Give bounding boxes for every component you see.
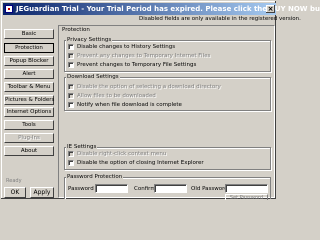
checkbox-label: Disable the option of selecting a downlo… (77, 83, 221, 90)
sidebar-item-tools[interactable]: Tools (4, 120, 54, 130)
sidebar-item-popup-blocker[interactable]: Popup Blocker (4, 56, 54, 66)
checkbox[interactable] (68, 102, 74, 108)
password-field[interactable] (95, 184, 128, 193)
set-password-button[interactable]: Set Password (225, 194, 268, 200)
checkbox (68, 93, 74, 99)
old-password-label: Old Password (191, 186, 228, 192)
registration-notice: Disabled fields are only available in th… (139, 16, 301, 22)
sidebar-item-plug-ins[interactable]: Plug-Ins (4, 133, 54, 143)
checkbox-label: Disable changes to History Settings (77, 43, 176, 50)
privacy-settings-label: Privacy Settings (66, 37, 113, 43)
sidebar-item-toolbar-menu[interactable]: Toolbar & Menu (4, 82, 54, 92)
application-window: JEGuardian Trial - Your Trial Period has… (0, 0, 320, 200)
sidebar-item-about[interactable]: About (4, 146, 54, 156)
old-password-field[interactable] (225, 184, 268, 193)
checkbox-label: Allow files to be downloaded (77, 92, 156, 99)
confirm-password-field[interactable] (154, 184, 187, 193)
ok-button[interactable]: OK (4, 187, 26, 198)
checkbox-label: Prevent changes to Temporary File Settin… (77, 61, 197, 68)
panel-title: Protection (62, 27, 90, 33)
close-button[interactable]: × (266, 5, 275, 13)
password-label: Password (68, 186, 94, 192)
title-bar[interactable]: JEGuardian Trial - Your Trial Period has… (3, 3, 320, 15)
sidebar-item-internet-options[interactable]: Internet Options (4, 107, 54, 117)
sidebar-item-protection[interactable]: Protection (4, 43, 54, 53)
sidebar-item-basic[interactable]: Basic (4, 29, 54, 39)
sidebar-item-pictures-folders[interactable]: Pictures & Folders (4, 95, 54, 105)
checkbox (68, 151, 74, 157)
password-protection-label: Password Protection (66, 174, 124, 180)
checkbox-label: Disable the option of closing Internet E… (77, 159, 204, 166)
checkbox-label: Disable right-click context menu (77, 150, 167, 157)
checkbox[interactable] (68, 160, 74, 166)
close-icon: × (267, 5, 274, 13)
ie-settings-label: IE Settings (66, 144, 98, 150)
checkbox[interactable] (68, 44, 74, 50)
confirm-label: Confirm (134, 186, 156, 192)
apply-button[interactable]: Apply (30, 187, 54, 198)
checkbox[interactable] (68, 62, 74, 68)
checkbox-label: Prevent any changes to Temporary Interne… (77, 52, 211, 59)
sidebar-item-alert[interactable]: Alert (4, 69, 54, 79)
checkbox (68, 53, 74, 59)
checkbox (68, 84, 74, 90)
app-icon (5, 5, 13, 13)
status-text: Ready (6, 178, 22, 184)
download-settings-label: Download Settings (66, 74, 120, 80)
checkbox-label: Notify when file download is complete (77, 101, 182, 108)
